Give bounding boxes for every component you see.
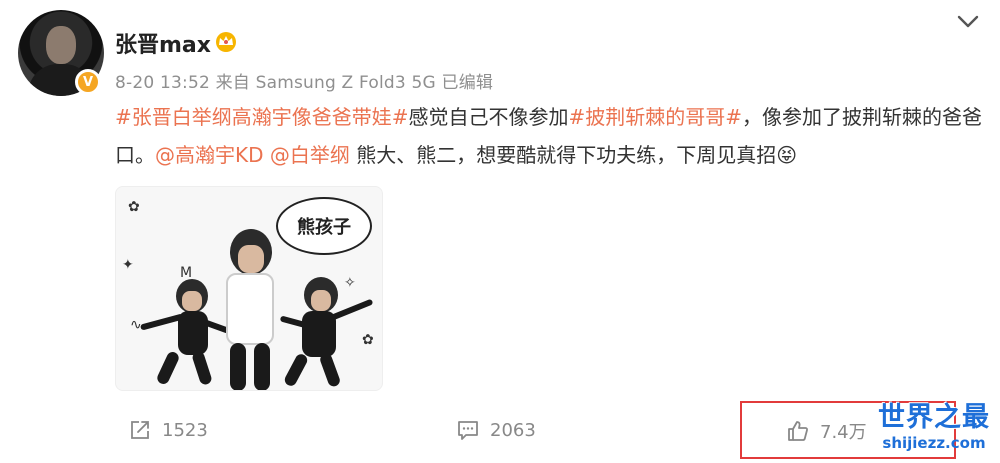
- doodle-spark-icon: ✦: [122, 257, 134, 273]
- doodle-sparkle-icon: ✧: [344, 275, 356, 291]
- comment-button[interactable]: 2063: [456, 418, 536, 442]
- mention-link[interactable]: @白举纲: [270, 143, 350, 167]
- post-text: 感觉自己不像参加: [408, 105, 569, 129]
- watermark: 世界之最 shijiezz.com: [872, 402, 996, 452]
- post-image[interactable]: 熊孩子 ✿ M ✧ ∿ ✿ ✦: [115, 186, 383, 391]
- share-icon: [131, 421, 149, 439]
- avatar-face: [46, 26, 76, 64]
- watermark-url: shijiezz.com: [882, 434, 986, 452]
- verified-badge-icon: V: [75, 69, 101, 95]
- doodle-star-icon: ✿: [128, 199, 140, 215]
- repost-count: 1523: [162, 419, 208, 441]
- watermark-title: 世界之最: [878, 402, 990, 433]
- post-text: 熊大、熊二，想要酷就得下功夫练，下周见真招😝: [349, 143, 798, 167]
- username[interactable]: 张晋max: [115, 27, 211, 59]
- crown-icon: [216, 32, 236, 52]
- image-caption-bubble: 熊孩子: [276, 197, 372, 255]
- mention-link[interactable]: @高瀚宇KD: [155, 143, 264, 167]
- repost-button[interactable]: 1523: [128, 418, 208, 442]
- chevron-down-icon[interactable]: [955, 12, 981, 32]
- post-content: #张晋白举纲高瀚宇像爸爸带娃#感觉自己不像参加#披荆斩棘的哥哥#，像参加了披荆斩…: [115, 98, 985, 174]
- comment-icon: [458, 421, 478, 440]
- hashtag-link[interactable]: #张晋白举纲高瀚宇像爸爸带娃#: [115, 105, 409, 129]
- comment-count: 2063: [490, 419, 536, 441]
- post-meta: 8-20 13:52 来自 Samsung Z Fold3 5G 已编辑: [115, 73, 494, 93]
- doodle-star-icon: ✿: [362, 332, 374, 348]
- hashtag-link[interactable]: #披荆斩棘的哥哥#: [569, 105, 743, 129]
